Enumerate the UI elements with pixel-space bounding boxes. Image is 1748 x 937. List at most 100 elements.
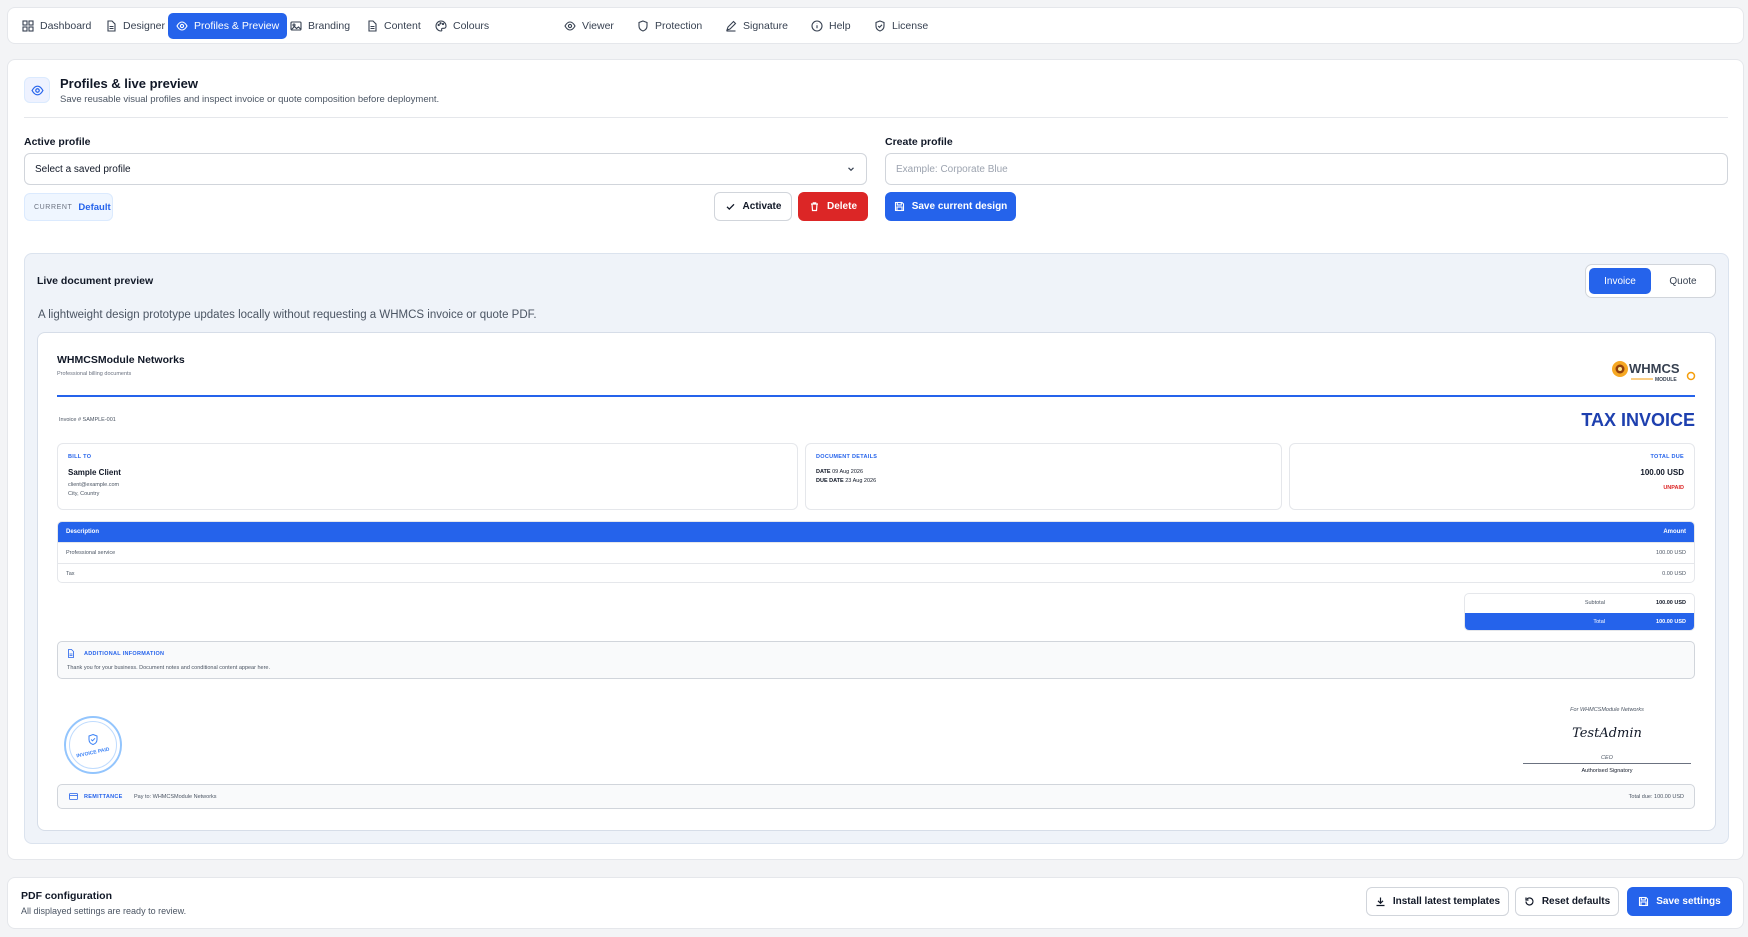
tab-label: Viewer	[582, 20, 614, 32]
tab-label: Protection	[655, 20, 703, 32]
paid-stamp: INVOICE PAID	[64, 716, 122, 774]
additional-caption: ADDITIONAL INFORMATION	[84, 651, 165, 657]
client-location: City, Country	[68, 491, 100, 497]
col-description: Description	[66, 529, 100, 535]
current-key: CURRENT	[34, 203, 73, 211]
company-tagline: Professional billing documents	[57, 371, 132, 377]
tab-label: Profiles & Preview	[194, 20, 280, 32]
total-due-caption: TOTAL DUE	[1650, 454, 1684, 460]
tab-help[interactable]: Help	[803, 13, 859, 39]
status-badge: UNPAID	[1663, 485, 1684, 491]
document-icon	[368, 20, 377, 32]
top-nav: Dashboard Designer Profiles & Preview Br…	[7, 7, 1744, 44]
row-description: Tax	[66, 570, 75, 577]
profile-select-value: Select a saved profile	[35, 163, 131, 175]
subtotal-label: Subtotal	[1584, 600, 1605, 606]
tab-signature[interactable]: Signature	[717, 13, 796, 39]
subtotal-value: 100.00 USD	[1656, 600, 1686, 606]
document-icon	[68, 649, 74, 658]
tab-quote[interactable]: Quote	[1652, 268, 1714, 294]
divider	[24, 117, 1728, 118]
save-settings-button[interactable]: Save settings	[1627, 887, 1732, 916]
reset-defaults-button[interactable]: Reset defaults	[1515, 887, 1619, 916]
document-title: TAX INVOICE	[1581, 410, 1695, 430]
preview-title: Live document preview	[37, 275, 154, 287]
bill-to-box: BILL TO Sample Client client@example.com…	[57, 443, 798, 510]
tab-viewer[interactable]: Viewer	[556, 13, 622, 39]
totals-box: Subtotal 100.00 USD Total 100.00 USD	[1464, 593, 1695, 631]
footer-title: PDF configuration	[21, 890, 112, 902]
page-subtitle: Save reusable visual profiles and inspec…	[60, 94, 440, 105]
date-line: DATE 09 Aug 2026	[816, 469, 863, 475]
pen-icon	[726, 20, 737, 32]
check-icon	[726, 203, 735, 211]
activate-button[interactable]: Activate	[714, 192, 792, 221]
tab-label: Designer	[123, 20, 166, 32]
activate-label: Activate	[742, 201, 782, 212]
tab-profiles-preview[interactable]: Profiles & Preview	[168, 13, 288, 39]
tab-label: Help	[829, 20, 851, 32]
tab-label: Dashboard	[40, 20, 92, 32]
table-row: Professional service 100.00 USD	[58, 542, 1694, 562]
profile-name-input[interactable]: Example: Corporate Blue	[885, 153, 1728, 185]
due-key: DUE DATE	[816, 478, 844, 484]
logo-text: WHMCS	[1629, 361, 1680, 376]
invoice-number: Invoice # SAMPLE-001	[59, 417, 116, 423]
total-label: Total	[1593, 619, 1605, 625]
signature-line	[1523, 763, 1691, 764]
date-value: 09 Aug 2026	[832, 469, 864, 475]
delete-button[interactable]: Delete	[798, 192, 868, 221]
current-value: Default	[78, 201, 111, 213]
dashboard-icon	[22, 20, 34, 32]
save-design-button[interactable]: Save current design	[885, 192, 1016, 221]
additional-text: Thank you for your business. Document no…	[67, 665, 271, 671]
reset-icon	[1525, 897, 1534, 906]
document-details-box: DOCUMENT DETAILS DATE 09 Aug 2026 DUE DA…	[805, 443, 1282, 510]
save-icon	[894, 201, 904, 212]
save-settings-label: Save settings	[1656, 896, 1721, 907]
footer-subtitle: All displayed settings are ready to revi…	[21, 906, 187, 916]
company-name: WHMCSModule Networks	[57, 354, 185, 366]
tab-content[interactable]: Content	[358, 13, 429, 39]
row-description: Professional service	[66, 549, 116, 556]
due-value: 23 Aug 2026	[845, 478, 877, 484]
page-title: Profiles & live preview	[60, 76, 199, 91]
tab-license[interactable]: License	[866, 13, 936, 39]
save-icon	[1639, 896, 1649, 907]
client-email: client@example.com	[68, 482, 120, 488]
tab-dashboard[interactable]: Dashboard	[14, 13, 99, 39]
total-due-amount: 100.00 USD	[1640, 468, 1684, 477]
remittance-total: Total due: 100.00 USD	[1628, 794, 1684, 800]
details-caption: DOCUMENT DETAILS	[816, 454, 878, 460]
tab-label: Content	[384, 20, 421, 32]
download-icon	[1376, 897, 1385, 907]
palette-icon	[435, 20, 447, 32]
card-icon	[69, 793, 78, 800]
client-name: Sample Client	[68, 468, 121, 477]
reset-label: Reset defaults	[1541, 896, 1611, 907]
total-value: 100.00 USD	[1656, 619, 1686, 625]
create-profile-label: Create profile	[885, 136, 953, 148]
col-amount: Amount	[1663, 529, 1686, 535]
tab-branding[interactable]: Branding	[282, 13, 358, 39]
document-rule	[57, 395, 1695, 397]
signature-label: Authorised Signatory	[1581, 768, 1633, 774]
total-due-box: TOTAL DUE 100.00 USD UNPAID	[1289, 443, 1695, 510]
signature-name: TestAdmin	[1572, 726, 1642, 741]
tab-protection[interactable]: Protection	[629, 13, 710, 39]
date-key: DATE	[816, 469, 831, 475]
delete-label: Delete	[826, 201, 857, 212]
tab-colours[interactable]: Colours	[427, 13, 497, 39]
header-eye-icon	[24, 77, 50, 103]
signature-role: CEO	[1601, 755, 1613, 761]
shield-check-icon	[875, 20, 885, 32]
remittance-caption: REMITTANCE	[84, 794, 123, 800]
tab-label: Colours	[453, 20, 490, 32]
total-row: Total 100.00 USD	[1465, 613, 1694, 630]
tab-invoice[interactable]: Invoice	[1589, 268, 1651, 294]
profile-select[interactable]: Select a saved profile	[24, 153, 867, 185]
install-templates-button[interactable]: Install latest templates	[1366, 887, 1509, 916]
tab-designer[interactable]: Designer	[97, 13, 173, 39]
company-logo: WHMCS MODULE	[1609, 356, 1697, 384]
shield-icon	[638, 20, 648, 32]
